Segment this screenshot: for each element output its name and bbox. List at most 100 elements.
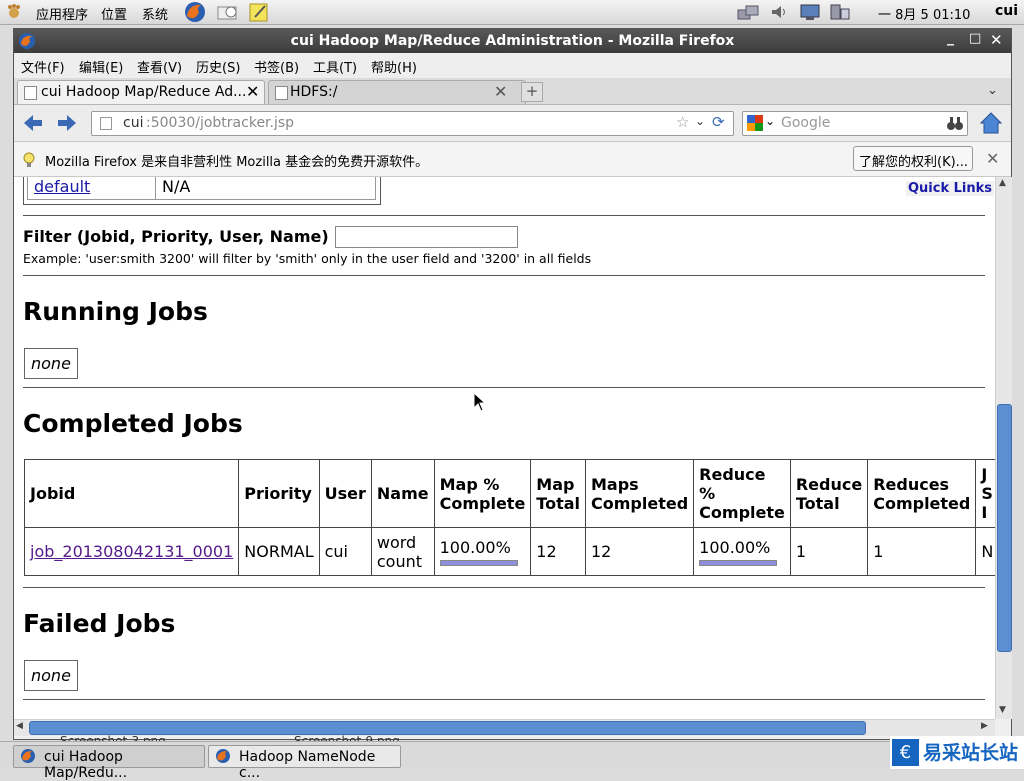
know-your-rights-label: 了解您的权利(K)... bbox=[859, 155, 969, 170]
navigation-toolbar: cui :50030/jobtracker.jsp ☆ ⌄ ⟳ ⌄ Google bbox=[14, 105, 1011, 142]
firefox-window: cui Hadoop Map/Reduce Administration - M… bbox=[13, 28, 1012, 740]
menu-file[interactable]: 文件(F) bbox=[21, 57, 65, 76]
map-progress-cell: 100.00% bbox=[433, 527, 532, 576]
tab-hdfs[interactable]: HDFS:/ ✕ bbox=[268, 80, 526, 104]
watermark-text: 易采站长站 bbox=[923, 742, 1019, 764]
gnome-foot-icon[interactable] bbox=[6, 4, 22, 20]
reduces-completed: 1 bbox=[867, 527, 977, 576]
minimize-button[interactable]: _ bbox=[947, 30, 954, 46]
firefox-launcher-icon[interactable] bbox=[183, 0, 207, 28]
reduce-complete-value: 100.00% bbox=[699, 537, 771, 557]
queue-default-link[interactable]: default bbox=[34, 177, 90, 196]
col-user: User bbox=[318, 459, 372, 528]
table-header-row: Jobid Priority User Name Map % Complete … bbox=[23, 459, 995, 528]
quick-links[interactable]: Quick Links bbox=[906, 181, 995, 196]
reload-icon[interactable]: ⟳ bbox=[712, 113, 725, 131]
scroll-right-arrow[interactable]: ▶ bbox=[981, 721, 988, 731]
completed-jobs-table: Jobid Priority User Name Map % Complete … bbox=[23, 459, 995, 576]
job-link[interactable]: job_201308042131_0001 bbox=[30, 542, 233, 561]
firefox-icon bbox=[215, 748, 231, 768]
panel-clock[interactable]: 一 8月 5 01:10 bbox=[878, 4, 970, 23]
bottom-taskbar: cui Hadoop Map/Redu... Hadoop NameNode c… bbox=[0, 736, 1024, 781]
chevron-down-icon[interactable]: ⌄ bbox=[987, 83, 998, 98]
new-tab-button[interactable]: + bbox=[521, 82, 543, 102]
url-bar[interactable]: cui :50030/jobtracker.jsp ☆ ⌄ ⟳ bbox=[91, 111, 734, 136]
menu-tools[interactable]: 工具(T) bbox=[313, 57, 357, 76]
scrollbar-thumb[interactable] bbox=[29, 721, 866, 735]
col-reduces-completed: Reduces Completed bbox=[867, 459, 977, 528]
reduce-progress-bar bbox=[699, 559, 778, 566]
reduce-progress-fill bbox=[700, 560, 777, 565]
col-jobid: Jobid bbox=[23, 459, 240, 528]
menubar: 文件(F) 编辑(E) 查看(V) 历史(S) 书签(B) 工具(T) 帮助(H… bbox=[14, 53, 1011, 77]
tab-jobtracker[interactable]: cui Hadoop Map/Reduce Ad... ✕ bbox=[17, 80, 265, 104]
know-your-rights-button[interactable]: 了解您的权利(K)... bbox=[853, 146, 973, 171]
close-notification-icon[interactable]: ✕ bbox=[986, 149, 999, 168]
notes-launcher-icon[interactable] bbox=[248, 1, 270, 27]
queue-info: N/A bbox=[162, 177, 191, 196]
home-icon[interactable] bbox=[979, 111, 1003, 139]
failed-jobs-none: none bbox=[24, 660, 78, 691]
taskbar-label: cui Hadoop Map/Redu... bbox=[44, 749, 128, 781]
table-row: job_201308042131_0001 NORMAL cui word co… bbox=[23, 527, 995, 576]
notification-bar: Mozilla Firefox 是来自非营利性 Mozilla 基金会的免费开源… bbox=[14, 142, 1011, 177]
menu-history[interactable]: 历史(S) bbox=[196, 57, 240, 76]
failed-jobs-heading: Failed Jobs bbox=[23, 609, 176, 638]
mail-launcher-icon[interactable] bbox=[216, 1, 238, 27]
binoculars-icon[interactable] bbox=[947, 115, 963, 135]
panel-menu-system[interactable]: 系统 bbox=[142, 4, 168, 23]
col-truncated: J S I bbox=[975, 459, 995, 528]
google-engine-icon[interactable] bbox=[747, 115, 763, 135]
page-content: default N/A Quick Links Filter (Jobid, P… bbox=[14, 177, 995, 719]
scrollbar-thumb[interactable] bbox=[997, 404, 1012, 652]
close-window-button[interactable]: ✕ bbox=[990, 31, 1003, 49]
divider bbox=[23, 587, 985, 588]
forward-button[interactable] bbox=[56, 112, 78, 138]
filter-label: Filter (Jobid, Priority, User, Name) bbox=[23, 227, 329, 246]
chevron-down-icon[interactable]: ⌄ bbox=[695, 114, 705, 128]
workspace-icon[interactable] bbox=[829, 3, 851, 25]
maximize-button[interactable]: □ bbox=[969, 31, 981, 46]
panel-menu-places[interactable]: 位置 bbox=[101, 4, 127, 23]
menu-bookmarks[interactable]: 书签(B) bbox=[254, 57, 299, 76]
scroll-left-arrow[interactable]: ◀ bbox=[16, 721, 23, 731]
window-titlebar[interactable]: cui Hadoop Map/Reduce Administration - M… bbox=[14, 29, 1011, 53]
maps-completed: 12 bbox=[584, 527, 695, 576]
chevron-down-icon[interactable]: ⌄ bbox=[765, 114, 775, 128]
url-path: :50030/jobtracker.jsp bbox=[146, 115, 295, 131]
col-reduce-complete: Reduce % Complete bbox=[693, 459, 791, 528]
top-panel: 应用程序 位置 系统 一 8月 5 01:10 cui bbox=[0, 0, 1024, 25]
display-icon[interactable] bbox=[799, 3, 821, 25]
scroll-down-arrow[interactable]: ▼ bbox=[999, 705, 1006, 715]
filter-input[interactable] bbox=[335, 226, 518, 248]
bookmark-star-icon[interactable]: ☆ bbox=[676, 113, 689, 131]
taskbar-label: Hadoop NameNode c... bbox=[239, 749, 376, 781]
queue-name-cell: default bbox=[27, 177, 156, 200]
running-jobs-none: none bbox=[24, 348, 78, 379]
vertical-scrollbar[interactable]: ▲ ▼ bbox=[995, 177, 1012, 719]
search-bar[interactable]: ⌄ Google bbox=[742, 111, 968, 136]
menu-view[interactable]: 查看(V) bbox=[137, 57, 182, 76]
truncated-cell: N bbox=[975, 527, 995, 576]
taskbar-firefox-jobtracker[interactable]: cui Hadoop Map/Redu... bbox=[13, 745, 205, 781]
back-button[interactable] bbox=[22, 112, 44, 138]
tab-close-icon[interactable]: ✕ bbox=[246, 82, 259, 101]
col-reduce-total: Reduce Total bbox=[789, 459, 869, 528]
menu-help[interactable]: 帮助(H) bbox=[371, 57, 417, 76]
scroll-up-arrow[interactable]: ▲ bbox=[999, 178, 1006, 188]
menu-edit[interactable]: 编辑(E) bbox=[79, 57, 123, 76]
panel-username[interactable]: cui bbox=[995, 3, 1018, 19]
taskbar-firefox-namenode[interactable]: Hadoop NameNode c... bbox=[208, 745, 401, 781]
col-maps-completed: Maps Completed bbox=[584, 459, 695, 528]
panel-menu-applications[interactable]: 应用程序 bbox=[36, 4, 88, 23]
network-applet-icon[interactable] bbox=[737, 4, 759, 26]
scheduling-info-table: default N/A bbox=[23, 177, 381, 205]
tab-close-icon[interactable]: ✕ bbox=[494, 82, 507, 101]
filter-example: Example: 'user:smith 3200' will filter b… bbox=[23, 251, 592, 266]
map-total: 12 bbox=[530, 527, 586, 576]
url-host: cui bbox=[123, 115, 144, 131]
volume-icon[interactable] bbox=[770, 4, 788, 24]
watermark-logo: € 易采站长站 bbox=[890, 736, 1024, 769]
lightbulb-icon bbox=[22, 151, 36, 173]
map-progress-fill bbox=[440, 560, 517, 565]
